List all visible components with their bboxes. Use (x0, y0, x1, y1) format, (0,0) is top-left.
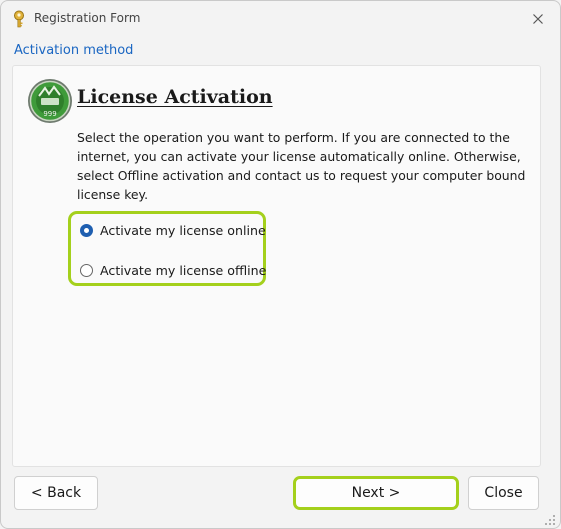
content-panel: 999 License Activation Select the operat… (12, 65, 541, 467)
window-close-button[interactable] (523, 7, 553, 31)
logo-text: 999 (43, 110, 56, 118)
resize-grip-icon[interactable] (542, 511, 556, 525)
close-icon (532, 10, 544, 29)
section-label: Activation method (14, 43, 134, 58)
back-button[interactable]: < Back (14, 476, 98, 510)
page-title: License Activation (77, 86, 273, 108)
license-seal-icon: 999 (27, 78, 73, 124)
description-text: Select the operation you want to perform… (77, 130, 526, 202)
key-icon (11, 10, 27, 28)
radio-offline[interactable] (80, 264, 93, 277)
option-online[interactable]: Activate my license online (80, 223, 266, 238)
title-bar: Registration Form (1, 1, 560, 37)
close-button[interactable]: Close (468, 476, 539, 510)
activation-options: Activate my license online Activate my l… (68, 211, 266, 286)
window-title: Registration Form (34, 11, 141, 25)
radio-online[interactable] (80, 224, 93, 237)
next-button[interactable]: Next > (293, 476, 459, 510)
option-offline-label: Activate my license offline (100, 263, 267, 278)
registration-window: Registration Form Activation method 999 … (0, 0, 561, 529)
option-offline[interactable]: Activate my license offline (80, 263, 266, 278)
option-online-label: Activate my license online (100, 223, 266, 238)
